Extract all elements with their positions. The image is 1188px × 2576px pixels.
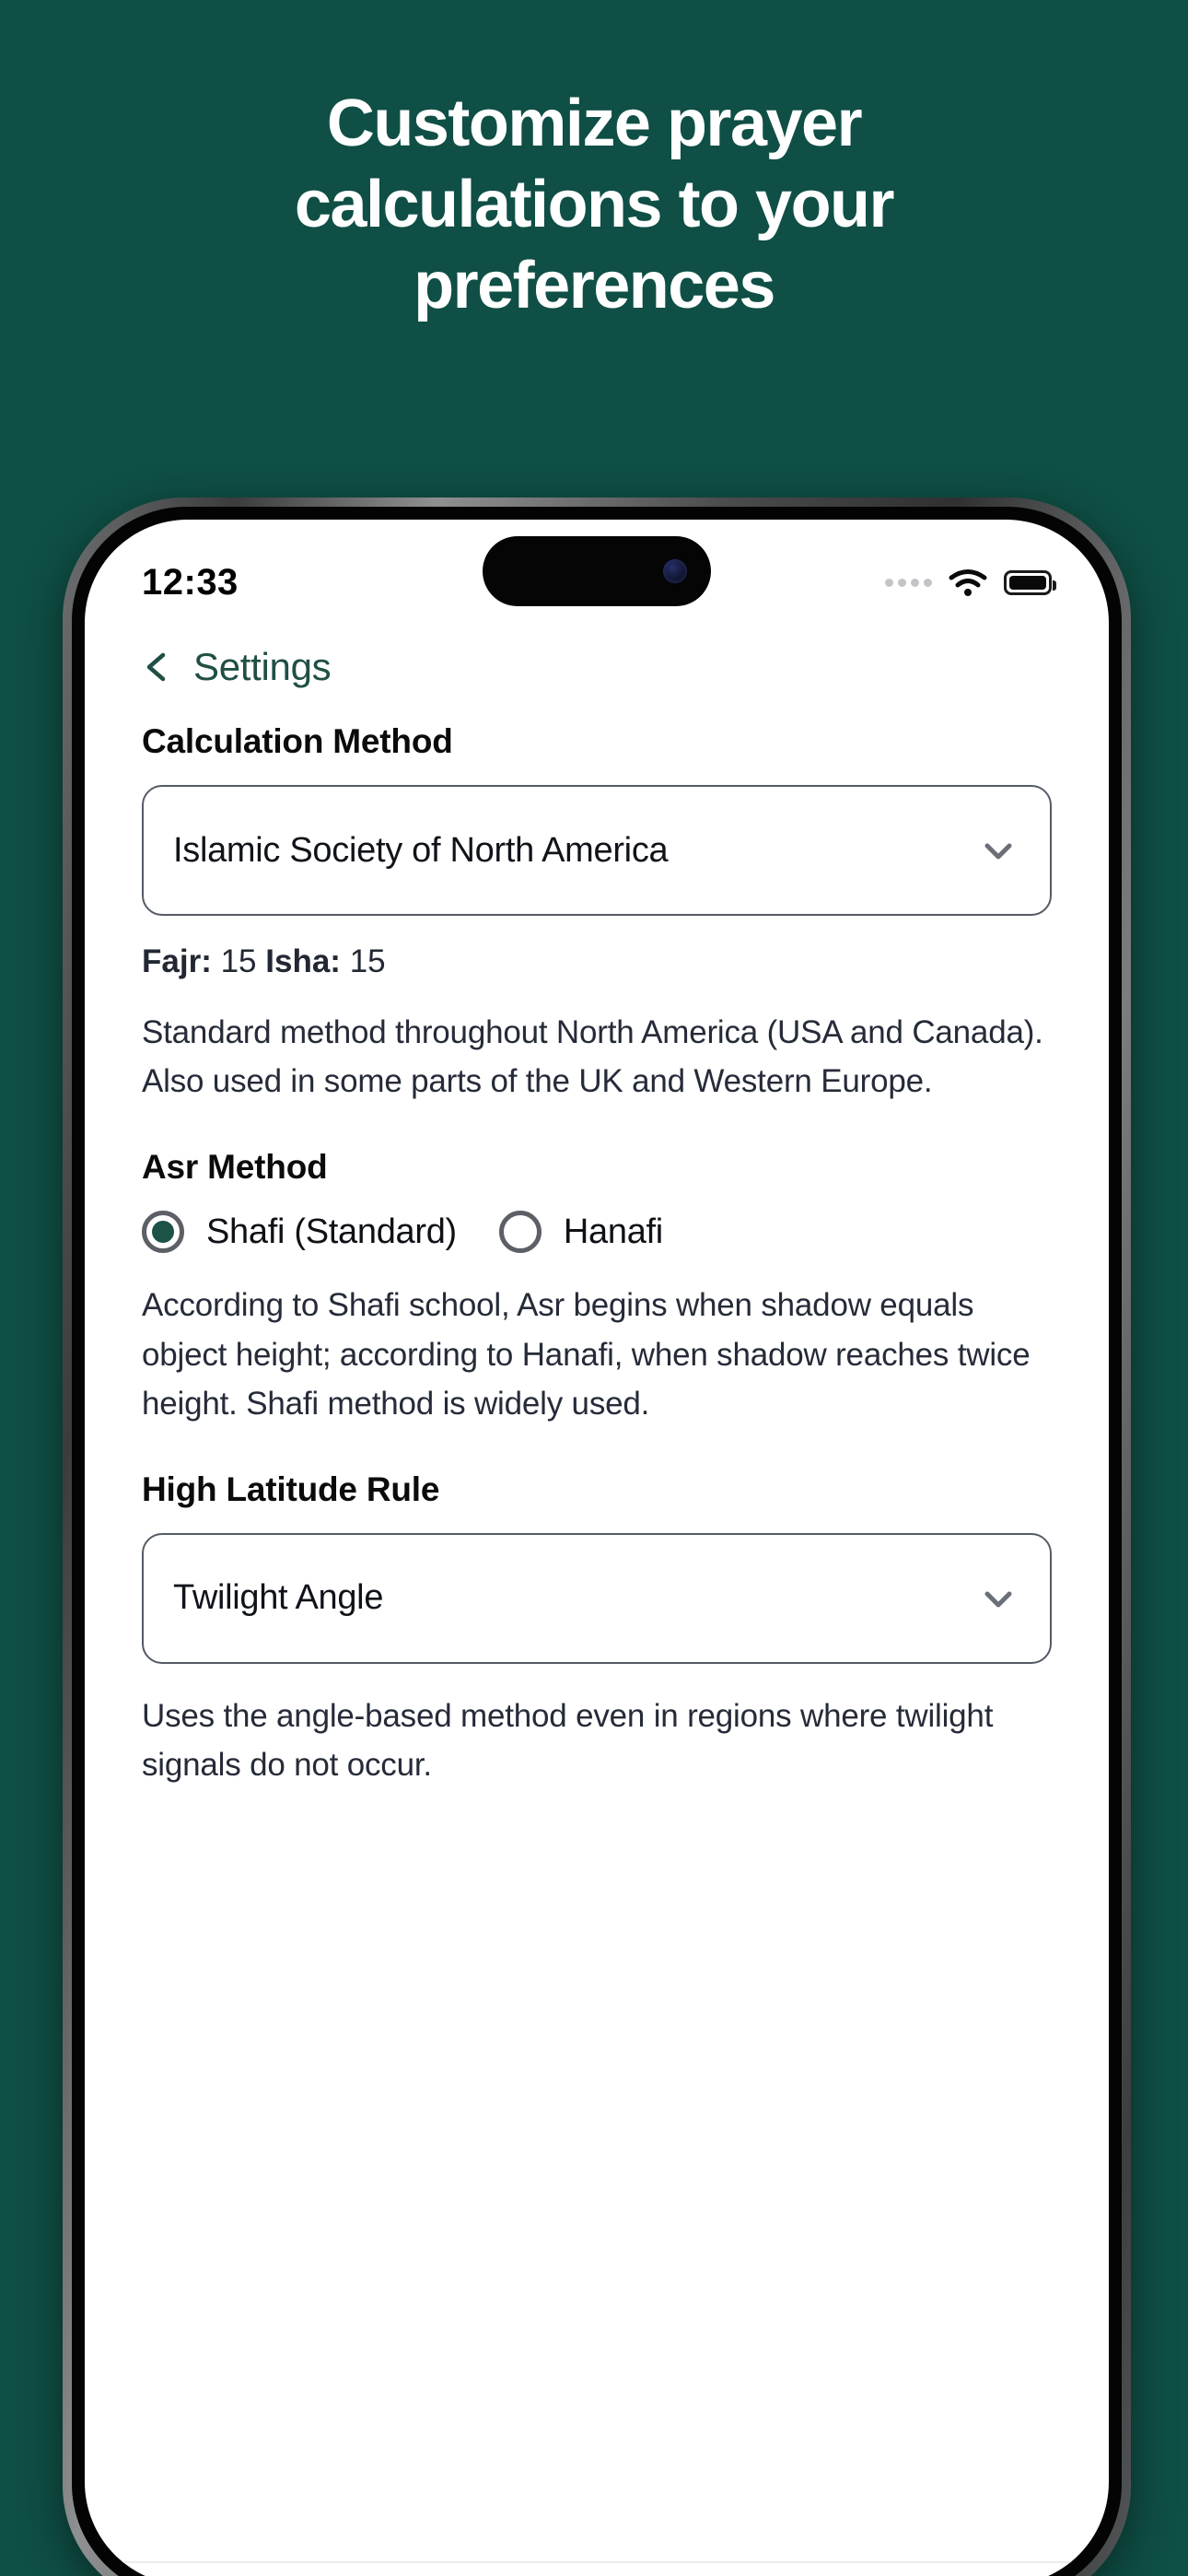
asr-option-hanafi-label: Hanafi bbox=[564, 1212, 663, 1252]
high-latitude-rule-label: High Latitude Rule bbox=[142, 1470, 1052, 1509]
chevron-left-icon[interactable] bbox=[142, 651, 173, 683]
marketing-headline: Customize prayer calculations to your pr… bbox=[0, 0, 1188, 334]
calculation-method-label: Calculation Method bbox=[142, 722, 1052, 761]
status-bar-indicators bbox=[885, 568, 1052, 597]
front-camera-icon bbox=[663, 559, 687, 583]
asr-method-description: According to Shafi school, Asr begins wh… bbox=[142, 1281, 1052, 1428]
isha-label: Isha: bbox=[265, 943, 341, 979]
fajr-label: Fajr: bbox=[142, 943, 212, 979]
battery-full-icon bbox=[1004, 570, 1052, 595]
settings-content: Calculation Method Islamic Society of No… bbox=[85, 698, 1109, 1789]
wifi-icon bbox=[949, 568, 987, 597]
fajr-value: 15 bbox=[221, 943, 257, 979]
high-latitude-rule-select[interactable]: Twilight Angle bbox=[142, 1533, 1052, 1664]
signal-dots-icon bbox=[885, 579, 932, 587]
radio-unselected-icon bbox=[499, 1211, 542, 1253]
phone-mockup: 12:33 bbox=[63, 498, 1131, 2576]
chevron-down-icon bbox=[978, 1578, 1019, 1619]
headline-line-3: preferences bbox=[101, 252, 1087, 319]
high-latitude-rule-description: Uses the angle-based method even in regi… bbox=[142, 1692, 1052, 1789]
radio-selected-icon bbox=[142, 1211, 184, 1253]
headline-line-1: Customize prayer bbox=[101, 90, 1087, 157]
bottom-divider bbox=[85, 2561, 1109, 2563]
asr-option-shafi-label: Shafi (Standard) bbox=[206, 1212, 457, 1252]
calculation-method-description: Standard method throughout North America… bbox=[142, 1008, 1052, 1106]
asr-method-options: Shafi (Standard) Hanafi bbox=[142, 1211, 1052, 1253]
asr-method-label: Asr Method bbox=[142, 1148, 1052, 1187]
phone-bezel: 12:33 bbox=[72, 507, 1122, 2576]
dynamic-island bbox=[483, 536, 711, 606]
headline-line-2: calculations to your bbox=[101, 171, 1087, 238]
calculation-method-value: Islamic Society of North America bbox=[173, 831, 978, 871]
status-bar-time: 12:33 bbox=[142, 562, 308, 603]
asr-option-shafi[interactable]: Shafi (Standard) bbox=[142, 1211, 457, 1253]
calculation-method-angles: Fajr: 15 Isha: 15 bbox=[142, 943, 1052, 980]
navigation-bar: Settings bbox=[85, 619, 1109, 698]
nav-back-label[interactable]: Settings bbox=[193, 645, 331, 689]
high-latitude-rule-value: Twilight Angle bbox=[173, 1578, 978, 1618]
status-bar: 12:33 bbox=[85, 520, 1109, 619]
isha-value: 15 bbox=[350, 943, 386, 979]
calculation-method-select[interactable]: Islamic Society of North America bbox=[142, 785, 1052, 916]
asr-option-hanafi[interactable]: Hanafi bbox=[499, 1211, 663, 1253]
phone-screen: 12:33 bbox=[85, 520, 1109, 2576]
chevron-down-icon bbox=[978, 830, 1019, 871]
